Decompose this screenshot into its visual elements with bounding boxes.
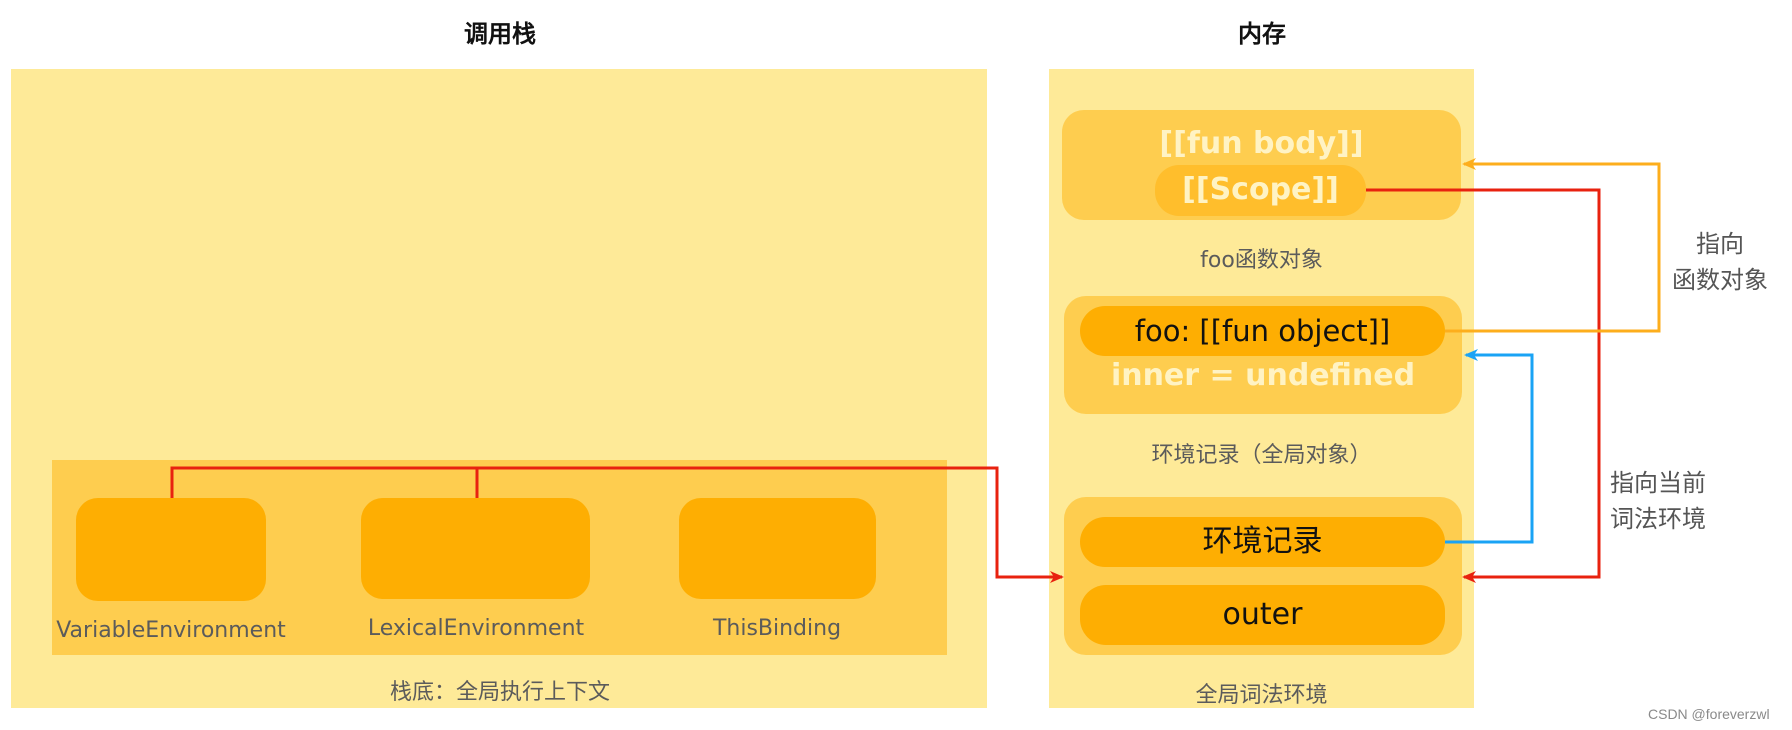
variable-environment-slot[interactable] [76,498,266,601]
inner-entry[interactable]: inner = undefined [1064,358,1462,393]
lexical-env-outer[interactable]: outer [1080,585,1445,645]
this-binding-label: ThisBinding [712,616,842,641]
function-object-caption: foo函数对象 [1200,248,1323,273]
lexical-env-record[interactable]: 环境记录 [1080,517,1445,567]
points-to-function-line1: 指向 [1696,230,1744,258]
lexical-environment-slot[interactable] [361,498,590,599]
this-binding-slot[interactable] [679,498,876,599]
fun-body-text: [[fun body]] [1159,126,1364,161]
points-to-function-note: 指向 函数对象 [1650,226,1790,298]
global-lexical-env-caption: 全局词法环境 [1195,683,1328,708]
foo-entry[interactable]: foo: [[fun object]] [1080,306,1445,356]
points-to-lexical-env-line2: 词法环境 [1610,505,1706,533]
env-record-caption: 环境记录（全局对象） [1151,443,1372,468]
foo-to-function-object-arrow [1445,158,1661,333]
variable-environment-label: VariableEnvironment [56,618,286,643]
points-to-lexical-env-note: 指向当前 词法环境 [1588,465,1728,537]
memory-title: 内存 [1238,20,1286,48]
points-to-function-line2: 函数对象 [1672,266,1768,294]
call-stack-title: 调用栈 [464,20,536,48]
lexical-environment-label: LexicalEnvironment [367,616,585,641]
global-execution-context-label: 栈底：全局执行上下文 [389,680,610,705]
points-to-lexical-env-line1: 指向当前 [1610,469,1706,497]
scope-text: [[Scope]] [1182,172,1339,207]
watermark: CSDN @foreverzwl [1648,706,1770,722]
